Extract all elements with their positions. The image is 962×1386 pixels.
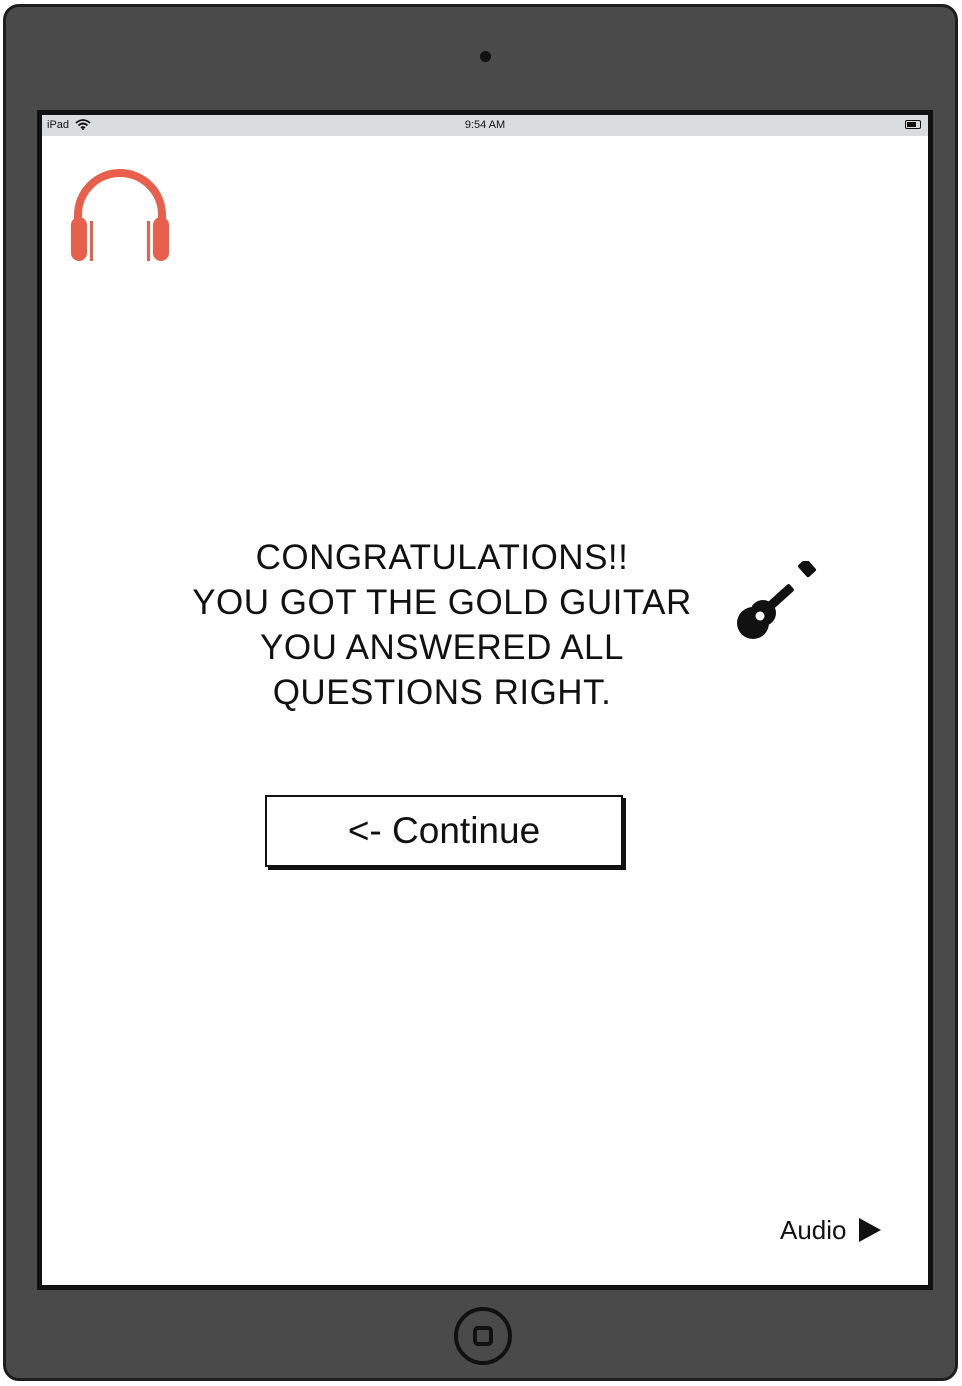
message-line-1: CONGRATULATIONS!! — [255, 538, 629, 577]
home-square-icon — [473, 1326, 493, 1346]
play-icon[interactable] — [858, 1218, 881, 1242]
audio-label: Audio — [780, 1214, 847, 1245]
guitar-icon — [735, 558, 825, 646]
battery-icon — [905, 120, 921, 129]
audio-button[interactable]: Audio — [780, 1210, 881, 1250]
home-button[interactable] — [454, 1307, 512, 1365]
tablet-frame: iPad 9:54 AM CONGRATULATIONS!! YOU GOT T… — [3, 4, 958, 1381]
camera-icon — [480, 51, 491, 62]
congratulations-message: CONGRATULATIONS!! YOU GOT THE GOLD GUITA… — [162, 535, 722, 715]
continue-button[interactable]: <- Continue — [265, 795, 623, 867]
message-line-4: QUESTIONS RIGHT. — [272, 673, 612, 712]
headphones-icon — [70, 165, 170, 268]
message-line-3: YOU ANSWERED ALL — [260, 628, 624, 667]
status-bar: iPad 9:54 AM — [42, 115, 928, 136]
status-time: 9:54 AM — [464, 119, 506, 131]
screen: iPad 9:54 AM CONGRATULATIONS!! YOU GOT T… — [37, 110, 933, 1290]
message-line-2: YOU GOT THE GOLD GUITAR — [192, 583, 692, 622]
